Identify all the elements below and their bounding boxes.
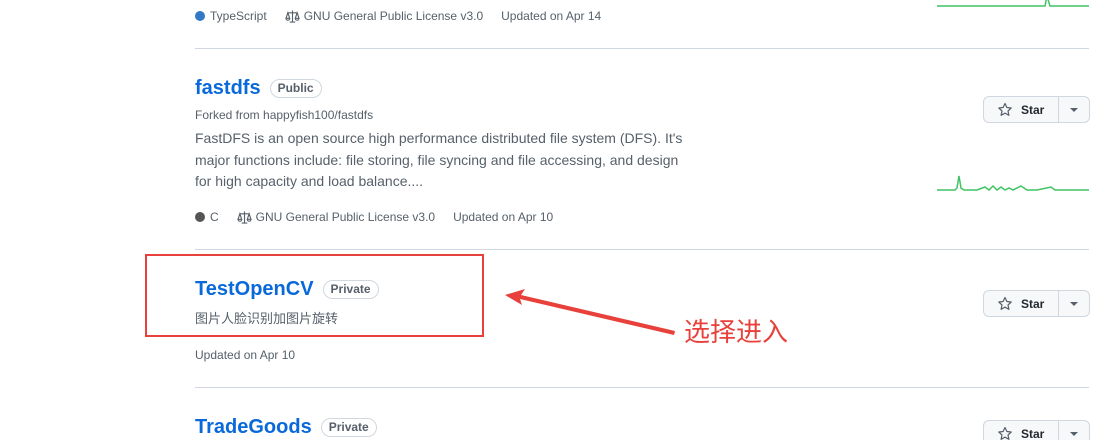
chevron-down-icon [1070,107,1078,112]
star-label: Star [1021,426,1045,440]
star-icon [998,426,1012,440]
updated-label: Updated on Apr 14 [501,9,602,23]
activity-sparkline [937,0,1089,7]
language-color-dot [195,11,205,21]
language-label: C [210,210,219,224]
language-label: TypeScript [210,9,267,23]
annotation-arrow-icon [505,289,675,335]
license-label: GNU General Public License v3.0 [255,210,436,224]
repo-title-row: TradeGoods Private [195,416,377,439]
divider [195,387,1089,388]
visibility-badge: Public [269,79,322,98]
star-list-dropdown[interactable] [1059,291,1089,316]
repo-description: FastDFS is an open source high performan… [195,130,683,189]
license-label: GNU General Public License v3.0 [303,9,484,23]
chevron-down-icon [1070,301,1078,306]
law-icon [236,210,252,224]
star-button-group: Star [983,96,1090,123]
repo-meta: TypeScript GNU General Public License v3… [195,9,619,23]
repo-name-link[interactable]: TradeGoods [195,416,312,439]
license-link[interactable]: GNU General Public License v3.0 [236,210,436,224]
divider [195,249,1089,250]
repo-title-row: fastdfs Public [195,77,322,100]
star-button[interactable]: Star [984,291,1059,316]
divider [195,48,1089,49]
chevron-down-icon [1070,431,1078,436]
star-label: Star [1021,296,1045,311]
updated-label: Updated on Apr 10 [453,210,554,224]
visibility-badge: Private [320,418,377,437]
annotation-highlight-box [145,254,484,337]
star-button[interactable]: Star [984,97,1059,122]
star-button-group: Star [983,420,1090,440]
star-button[interactable]: Star [984,421,1059,440]
law-icon [284,9,300,23]
star-icon [998,296,1012,310]
star-button-group: Star [983,290,1090,317]
forked-from-label[interactable]: Forked from happyfish100/fastdfs [195,108,373,122]
star-list-dropdown[interactable] [1059,97,1089,122]
star-list-dropdown[interactable] [1059,421,1089,440]
license-link[interactable]: GNU General Public License v3.0 [284,9,484,23]
language-color-dot [195,212,205,222]
repo-name-link[interactable]: fastdfs [195,77,261,100]
star-icon [998,102,1012,116]
repo-meta: C GNU General Public License v3.0 Update… [195,210,571,224]
updated-label: Updated on Apr 10 [195,348,296,362]
activity-sparkline [937,175,1089,191]
annotation-label: 选择进入 [684,318,789,348]
star-label: Star [1021,102,1045,117]
repo-meta: Updated on Apr 10 [195,348,313,362]
